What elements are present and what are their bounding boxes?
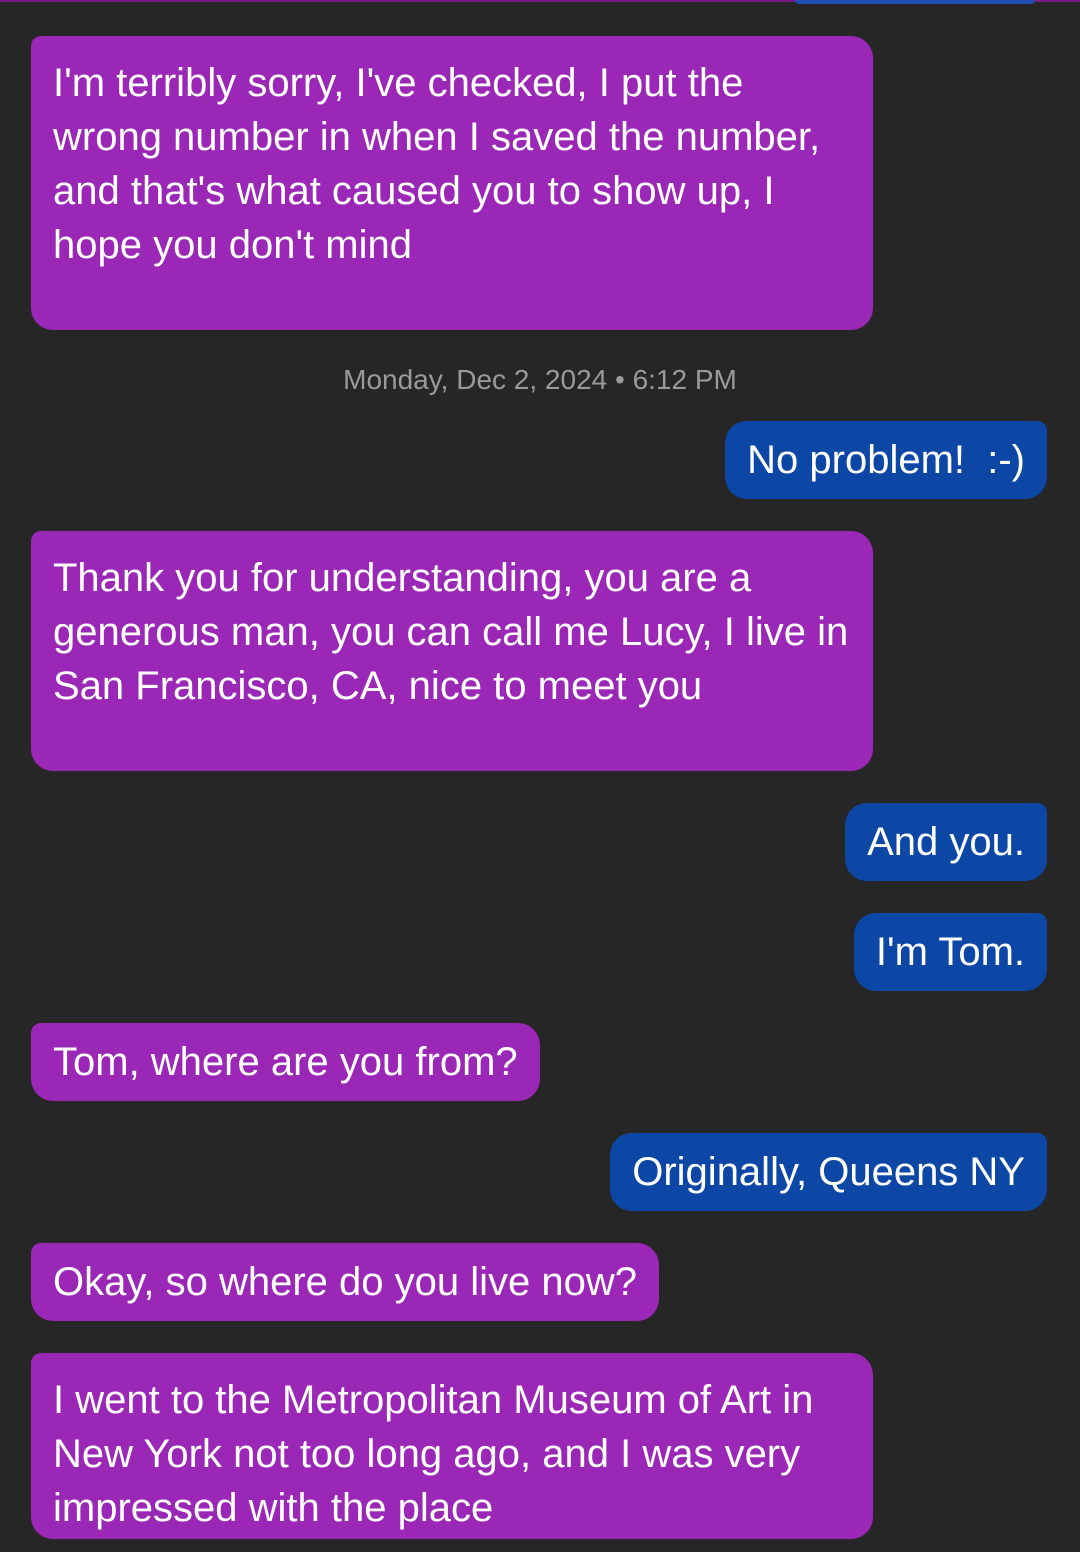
message-text: Tom, where are you from?	[53, 1040, 518, 1084]
message-text: I'm Tom.	[875, 930, 1025, 974]
message-text: Thank you for understanding, you are a g…	[53, 556, 849, 708]
message-bubble-outgoing[interactable]: No problem! :-)	[725, 421, 1047, 499]
message-text: I'm terribly sorry, I've checked, I put …	[53, 61, 821, 267]
timestamp-divider: Monday, Dec 2, 2024 • 6:12 PM	[343, 364, 737, 395]
message-bubble-incoming[interactable]: I went to the Metropolitan Museum of Art…	[31, 1353, 873, 1539]
message-bubble-incoming[interactable]: I'm terribly sorry, I've checked, I put …	[31, 36, 873, 330]
message-text: Okay, so where do you live now?	[53, 1260, 638, 1304]
message-text: And you.	[867, 820, 1025, 864]
message-bubble-incoming[interactable]: Thank you for understanding, you are a g…	[31, 531, 873, 771]
message-bubble-incoming[interactable]: Tom, where are you from?	[31, 1023, 540, 1101]
message-text: I went to the Metropolitan Museum of Art…	[53, 1378, 814, 1530]
message-bubble-outgoing[interactable]: I'm Tom.	[853, 913, 1047, 991]
message-text: Originally, Queens NY	[632, 1150, 1025, 1194]
message-bubble-outgoing[interactable]: And you.	[845, 803, 1047, 881]
previous-message-edge	[795, 0, 1035, 4]
message-text: No problem! :-)	[747, 438, 1025, 482]
message-bubble-incoming[interactable]: Okay, so where do you live now?	[31, 1243, 660, 1321]
message-bubble-outgoing[interactable]: Originally, Queens NY	[610, 1133, 1047, 1211]
